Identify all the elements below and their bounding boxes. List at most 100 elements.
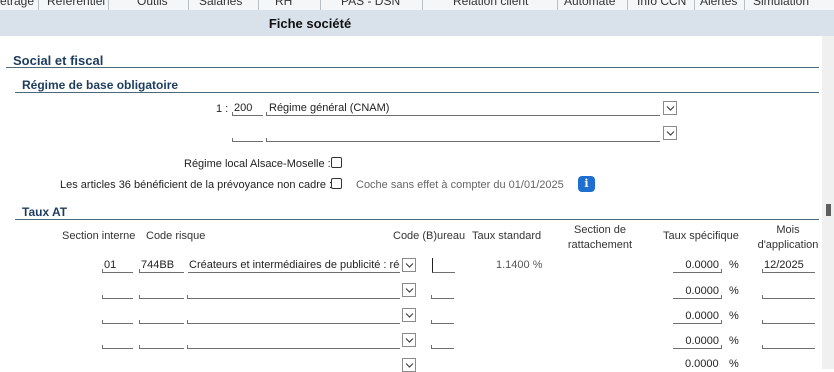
section-interne-field[interactable] xyxy=(102,334,133,349)
taux-at-title: Taux AT xyxy=(22,205,68,219)
code-bureau-field[interactable] xyxy=(432,258,455,273)
mois-application-value: 12/2025 xyxy=(764,259,804,271)
menu-info-ccn[interactable]: Info CCN xyxy=(637,0,686,8)
menu-parametrage[interactable]: etrage xyxy=(0,0,34,8)
regime-label-field[interactable]: Régime général (CNAM) xyxy=(266,101,660,116)
field-tick xyxy=(102,295,103,299)
chevron-down-icon xyxy=(666,131,675,136)
menu-pas-dsn[interactable]: PAS - DSN xyxy=(341,0,400,8)
mois-application-field[interactable] xyxy=(762,334,815,349)
mois-application-field[interactable] xyxy=(762,309,815,324)
field-tick xyxy=(232,138,233,142)
field-tick xyxy=(139,320,140,324)
libelle-risque-field[interactable] xyxy=(187,284,400,299)
regime2-code-field[interactable] xyxy=(232,127,263,142)
menu-rh[interactable]: RH xyxy=(275,0,292,8)
menu-separator xyxy=(108,0,109,10)
libelle-risque-field[interactable] xyxy=(187,334,400,349)
art36-checkbox[interactable] xyxy=(331,178,342,189)
taux-specifique-value: 0.0000 xyxy=(685,285,719,297)
col-code-risque: Code risque xyxy=(146,230,206,242)
field-tick xyxy=(102,345,103,349)
libelle-risque-field[interactable] xyxy=(187,309,400,324)
code-risque-field[interactable] xyxy=(139,284,184,299)
taux-specifique-field[interactable]: 0.0000 xyxy=(673,334,722,349)
percent-label: % xyxy=(729,358,739,370)
field-tick xyxy=(102,269,103,273)
percent-label: % xyxy=(729,335,739,347)
col-mois-application: Mois d'application xyxy=(757,224,819,251)
code-bureau-field[interactable] xyxy=(431,309,454,324)
regime2-label-field[interactable] xyxy=(266,127,660,142)
percent-label: % xyxy=(729,310,739,322)
field-tick xyxy=(762,269,763,273)
info-icon[interactable]: i xyxy=(578,176,595,192)
menu-outils[interactable]: Outils xyxy=(137,0,168,8)
title-bar: Fiche société xyxy=(0,10,834,36)
regime-prefix: 1 : xyxy=(216,103,229,115)
menu-separator xyxy=(422,0,423,10)
section-interne-field[interactable] xyxy=(102,284,133,299)
regime-code-field[interactable]: 200 xyxy=(232,101,263,116)
code-risque-dropdown-button[interactable] xyxy=(402,308,416,322)
regime-dropdown-button[interactable] xyxy=(663,101,677,115)
menu-automate[interactable]: Automate xyxy=(564,0,615,8)
taux-standard-value: 1.1400 % xyxy=(496,259,543,271)
field-tick xyxy=(762,295,763,299)
taux-specifique-value: 0.0000 xyxy=(685,310,719,322)
code-risque-dropdown-button[interactable] xyxy=(402,283,416,297)
field-tick xyxy=(431,295,432,299)
alsace-checkbox[interactable] xyxy=(331,157,342,168)
field-tick xyxy=(721,295,722,299)
col-taux-specifique: Taux spécifique xyxy=(663,230,739,242)
menu-separator xyxy=(38,0,39,10)
regime2-dropdown-button[interactable] xyxy=(663,126,677,140)
menu-simulation[interactable]: Simulation xyxy=(753,0,809,8)
code-risque-field[interactable]: 744BB xyxy=(139,258,184,273)
menu-salaries[interactable]: Salariés xyxy=(199,0,242,8)
menu-separator xyxy=(557,0,558,10)
chevron-down-icon xyxy=(405,313,414,318)
regime-label-value: Régime général (CNAM) xyxy=(269,102,390,114)
field-tick xyxy=(139,295,140,299)
field-tick xyxy=(721,269,722,273)
vertical-scrollbar[interactable] xyxy=(822,36,834,369)
taux-at-divider xyxy=(15,219,819,220)
code-risque-field[interactable] xyxy=(139,334,184,349)
code-risque-field[interactable] xyxy=(139,309,184,324)
menu-bar: etrage Référentiel Outils Salariés RH PA… xyxy=(0,0,834,10)
mois-application-field[interactable]: 12/2025 xyxy=(762,258,815,273)
taux-specifique-field[interactable]: 0.0000 xyxy=(673,284,722,299)
field-tick xyxy=(762,345,763,349)
code-risque-value: 744BB xyxy=(141,259,175,271)
section-interne-field[interactable]: 01 xyxy=(102,258,133,273)
libelle-risque-field[interactable]: Créateurs et intermédiaires de publicité… xyxy=(188,258,400,273)
field-tick xyxy=(721,345,722,349)
taux-specifique-field[interactable]: 0.0000 xyxy=(673,309,722,324)
menu-alertes[interactable]: Alertes xyxy=(700,0,737,8)
menu-relation-client[interactable]: Relation client xyxy=(453,0,528,8)
section-title: Social et fiscal xyxy=(13,53,104,68)
code-risque-dropdown-button[interactable] xyxy=(402,358,416,372)
field-tick xyxy=(139,269,140,273)
menu-separator xyxy=(320,0,321,10)
taux-specifique-field[interactable]: 0.0000 xyxy=(673,258,722,273)
scrollbar-thumb[interactable] xyxy=(826,204,831,216)
code-risque-dropdown-button[interactable] xyxy=(402,258,416,272)
field-tick xyxy=(139,345,140,349)
section-interne-field[interactable] xyxy=(102,309,133,324)
mois-application-field[interactable] xyxy=(762,284,815,299)
taux-specifique-value: 0.0000 xyxy=(685,335,719,347)
chevron-down-icon xyxy=(405,263,414,268)
code-bureau-field[interactable] xyxy=(431,284,454,299)
field-tick xyxy=(762,320,763,324)
code-bureau-field[interactable] xyxy=(431,334,454,349)
menu-referentiel[interactable]: Référentiel xyxy=(47,0,105,8)
code-risque-dropdown-button[interactable] xyxy=(402,333,416,347)
menu-separator xyxy=(627,0,628,10)
art36-label: Les articles 36 bénéficient de la prévoy… xyxy=(60,179,333,191)
field-tick xyxy=(232,112,233,116)
col-taux-standard: Taux standard xyxy=(472,230,542,242)
chevron-down-icon xyxy=(405,288,414,293)
page-title: Fiche société xyxy=(268,16,352,31)
